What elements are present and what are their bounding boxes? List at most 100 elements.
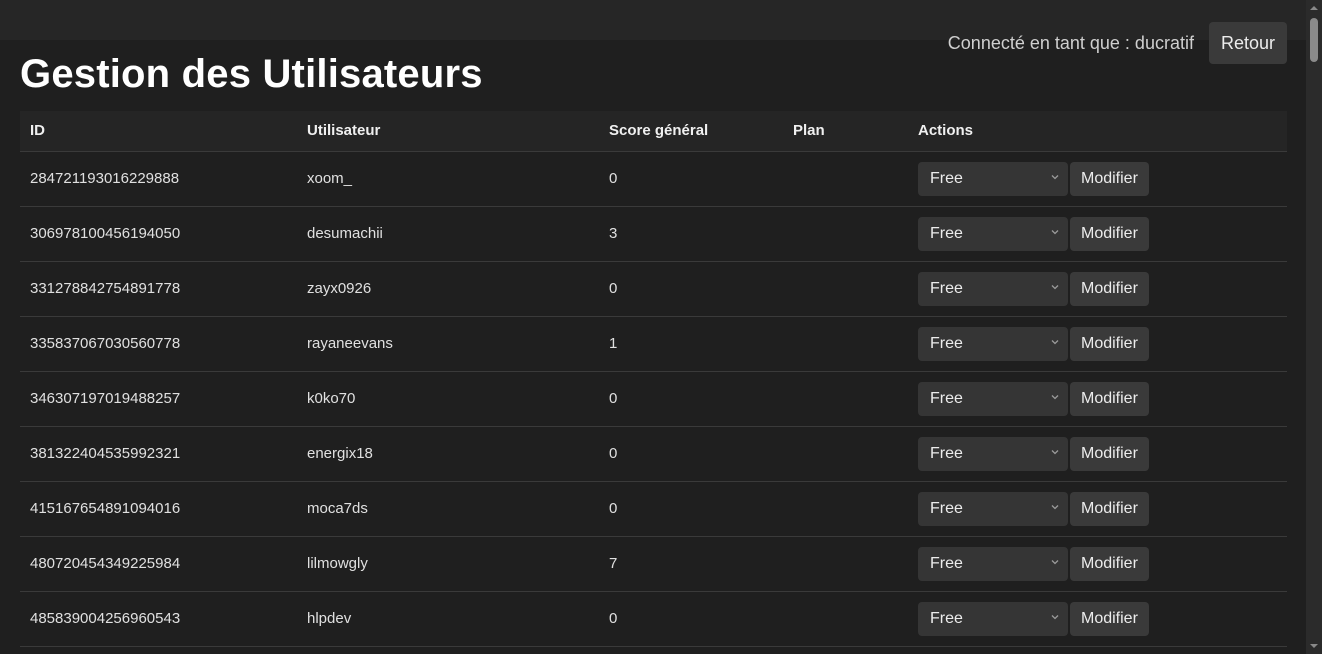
- plan-select[interactable]: Free: [918, 216, 1068, 251]
- table-row: 485839004256960543 hlpdev 0 Free Modifier: [20, 591, 1287, 646]
- modify-button[interactable]: Modifier: [1070, 546, 1149, 581]
- user-id-cell: 331278842754891778: [30, 280, 181, 297]
- table-row: 381322404535992321 energix18 0 Free Modifier: [20, 426, 1287, 481]
- plan-select[interactable]: Free: [918, 601, 1068, 636]
- score-cell: 0: [609, 610, 618, 627]
- modify-button[interactable]: Modifier: [1070, 491, 1149, 526]
- row-actions: Free Modifier: [918, 436, 1277, 471]
- page-title: Gestion des Utilisateurs: [20, 52, 483, 96]
- row-actions: Free Modifier: [918, 381, 1277, 416]
- back-button[interactable]: Retour: [1208, 22, 1287, 64]
- user-bar: Connecté en tant que : ducratif Retour: [948, 22, 1287, 64]
- plan-cell: [783, 591, 908, 646]
- actions-cell: Free Modifier: [908, 316, 1287, 371]
- actions-cell: Free Modifier: [908, 481, 1287, 536]
- plan-select-value: Free: [930, 444, 963, 462]
- score-cell: 0: [609, 500, 618, 517]
- chevron-down-icon: [1051, 229, 1059, 234]
- scroll-up-arrow-icon[interactable]: [1310, 4, 1318, 12]
- score-cell: 0: [609, 170, 618, 187]
- plan-cell: [783, 481, 908, 536]
- table-row: 335837067030560778 rayaneevans 1 Free Modifi…: [20, 316, 1287, 371]
- row-actions: Free Modifier: [918, 161, 1277, 196]
- user-id-cell: 480720454349225984: [30, 555, 181, 572]
- plan-select[interactable]: Free: [918, 436, 1068, 471]
- user-id-cell: 284721193016229888: [30, 170, 180, 187]
- column-header-actions: Actions: [908, 111, 1287, 152]
- plan-select[interactable]: Free: [918, 326, 1068, 361]
- actions-cell: Free Modifier: [908, 371, 1287, 426]
- score-cell: 0: [609, 280, 618, 297]
- row-actions: Free Modifier: [918, 546, 1277, 581]
- actions-cell: Free Modifier: [908, 261, 1287, 316]
- modify-button[interactable]: Modifier: [1070, 381, 1149, 416]
- table-row: 346307197019488257 k0ko70 0 Free Modifier: [20, 371, 1287, 426]
- score-cell: 3: [609, 225, 618, 242]
- column-header-plan[interactable]: Plan: [783, 111, 908, 152]
- vertical-scrollbar[interactable]: [1306, 0, 1322, 654]
- modify-button[interactable]: Modifier: [1070, 271, 1149, 306]
- plan-cell: [783, 371, 908, 426]
- username-cell: moca7ds: [307, 500, 368, 517]
- scroll-down-arrow-icon[interactable]: [1310, 642, 1318, 650]
- scrollbar-thumb[interactable]: [1310, 18, 1318, 62]
- chevron-down-icon: [1051, 174, 1059, 179]
- plan-select-value: Free: [930, 279, 963, 297]
- plan-select[interactable]: Free: [918, 161, 1068, 196]
- modify-button[interactable]: Modifier: [1070, 436, 1149, 471]
- chevron-down-icon: [1051, 394, 1059, 399]
- row-actions: Free Modifier: [918, 216, 1277, 251]
- table-row: 480720454349225984 lilmowgly 7 Free Modifier: [20, 536, 1287, 591]
- column-header-user[interactable]: Utilisateur: [297, 111, 599, 152]
- table-row: 415167654891094016 moca7ds 0 Free Modifier: [20, 481, 1287, 536]
- chevron-down-icon: [1051, 504, 1059, 509]
- table-header-row: ID Utilisateur Score général Plan Action…: [20, 111, 1287, 152]
- username-cell: k0ko70: [307, 390, 356, 407]
- plan-select-value: Free: [930, 169, 963, 187]
- chevron-down-icon: [1051, 339, 1059, 344]
- plan-select-value: Free: [930, 224, 963, 242]
- plan-select[interactable]: Free: [918, 546, 1068, 581]
- user-id-cell: 335837067030560778: [30, 335, 181, 352]
- connected-user-text: Connecté en tant que : ducratif: [947, 32, 1194, 53]
- modify-button[interactable]: Modifier: [1070, 601, 1149, 636]
- column-header-score[interactable]: Score général: [599, 111, 783, 152]
- actions-cell: Free Modifier: [908, 206, 1287, 261]
- username-cell: energix18: [307, 445, 373, 462]
- plan-select[interactable]: Free: [918, 491, 1068, 526]
- plan-select[interactable]: Free: [918, 381, 1068, 416]
- score-cell: 1: [609, 335, 618, 352]
- plan-select-value: Free: [930, 499, 963, 517]
- plan-select-value: Free: [930, 554, 963, 572]
- plan-cell: [783, 426, 908, 481]
- user-id-cell: 485839004256960543: [30, 610, 181, 627]
- plan-cell: [783, 151, 908, 206]
- row-actions: Free Modifier: [918, 326, 1277, 361]
- score-cell: 7: [609, 555, 618, 572]
- username-cell: xoom_: [307, 170, 353, 187]
- user-id-cell: 306978100456194050: [30, 225, 181, 242]
- table-row: 306978100456194050 desumachii 3 Free Modifie…: [20, 206, 1287, 261]
- username-cell: zayx0926: [307, 280, 372, 297]
- plan-cell: [783, 261, 908, 316]
- actions-cell: Free Modifier: [908, 536, 1287, 591]
- plan-cell: [783, 206, 908, 261]
- username-cell: desumachii: [307, 225, 383, 242]
- modify-button[interactable]: Modifier: [1070, 216, 1149, 251]
- page: Connecté en tant que : ducratif Retour G…: [0, 0, 1306, 654]
- plan-select[interactable]: Free: [918, 271, 1068, 306]
- users-table: ID Utilisateur Score général Plan Action…: [20, 111, 1287, 647]
- modify-button[interactable]: Modifier: [1070, 326, 1149, 361]
- table-row: 331278842754891778 zayx0926 0 Free Modifier: [20, 261, 1287, 316]
- column-header-id[interactable]: ID: [20, 111, 297, 152]
- plan-select-value: Free: [930, 334, 963, 352]
- plan-select-value: Free: [930, 609, 963, 627]
- modify-button[interactable]: Modifier: [1070, 161, 1149, 196]
- actions-cell: Free Modifier: [908, 426, 1287, 481]
- row-actions: Free Modifier: [918, 491, 1277, 526]
- user-id-cell: 415167654891094016: [30, 500, 181, 517]
- plan-cell: [783, 536, 908, 591]
- chevron-down-icon: [1051, 449, 1059, 454]
- user-id-cell: 381322404535992321: [30, 445, 181, 462]
- user-id-cell: 346307197019488257: [30, 390, 181, 407]
